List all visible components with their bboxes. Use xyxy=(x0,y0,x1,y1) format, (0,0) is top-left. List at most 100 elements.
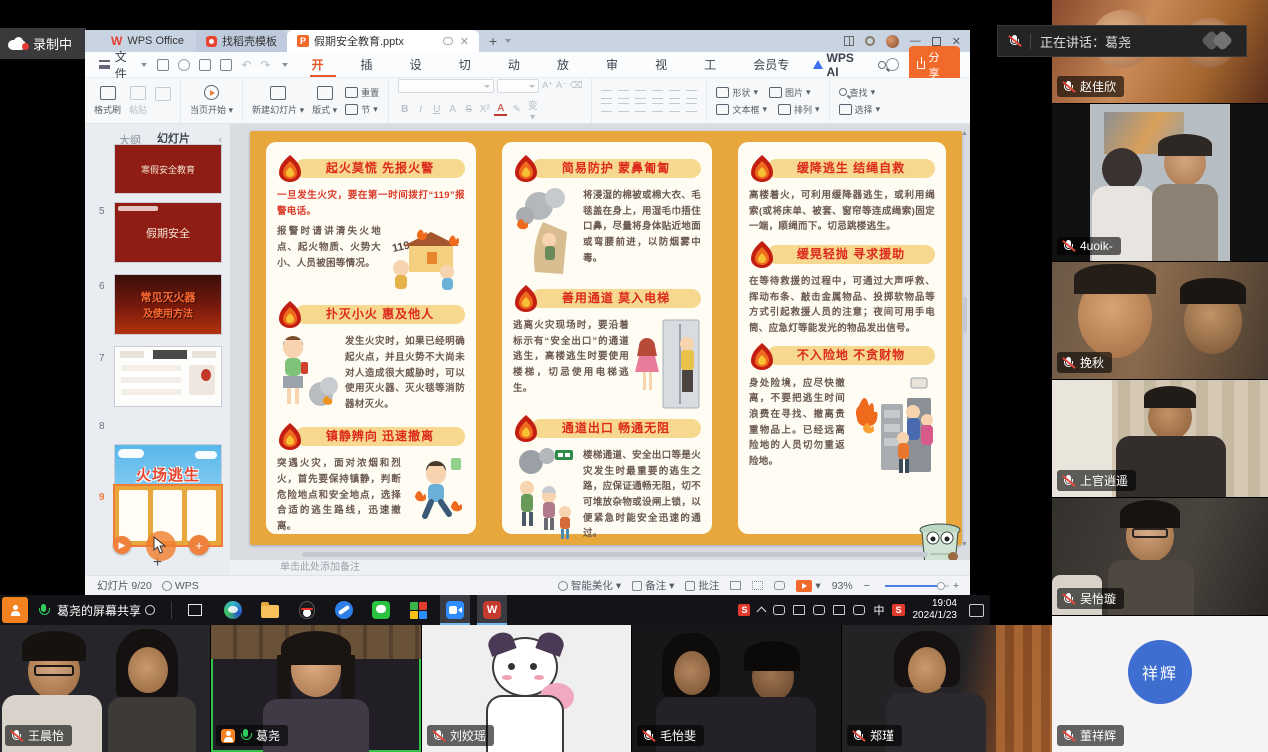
new-tab-button[interactable]: + xyxy=(479,30,521,52)
tab-transition[interactable]: 切换 xyxy=(446,52,495,78)
wps-ai-button[interactable]: WPS AI xyxy=(827,51,868,79)
tab-animation[interactable]: 动画 xyxy=(495,52,544,78)
text-effect-button[interactable]: 变▾ xyxy=(526,97,539,123)
video-tile[interactable]: 挽秋 xyxy=(1052,262,1268,379)
slide-canvas[interactable]: 起火莫慌 先报火警 一旦发生火灾，要在第一时间拨打“119”报警电话。 报警时请… xyxy=(230,124,970,560)
indent-icon[interactable] xyxy=(652,90,663,99)
justify-icon[interactable] xyxy=(652,103,663,112)
number-list-icon[interactable] xyxy=(618,90,629,99)
bullet-list-icon[interactable] xyxy=(601,90,612,99)
blue-app-taskbar-icon[interactable] xyxy=(329,595,359,625)
screen-share-label[interactable]: 葛尧的屏幕共享 xyxy=(57,602,141,619)
undo-icon[interactable]: ↶ xyxy=(241,58,251,72)
font-family-select[interactable] xyxy=(398,79,494,93)
notes-placeholder[interactable]: 单击此处添加备注 xyxy=(230,560,970,575)
play-from-slide-button[interactable]: ▶ xyxy=(113,536,131,554)
comments-button[interactable]: 批注 xyxy=(685,578,719,593)
copy-button[interactable] xyxy=(155,87,171,114)
video-tile[interactable]: 王晨怡 xyxy=(0,625,210,752)
search-icon[interactable] xyxy=(878,61,886,69)
columns-icon[interactable] xyxy=(686,103,697,112)
find-button[interactable]: 查找 xyxy=(850,86,868,99)
task-view-button[interactable] xyxy=(188,604,202,616)
tab-tools[interactable]: 工具 xyxy=(691,52,740,78)
wps-taskbar-icon[interactable]: W xyxy=(477,595,507,625)
qq-taskbar-icon[interactable] xyxy=(292,595,322,625)
comment-bubble-icon[interactable] xyxy=(443,37,453,45)
settings-gear-icon[interactable] xyxy=(865,36,875,46)
meeting-app-taskbar-icon[interactable] xyxy=(2,597,28,623)
superscript-button[interactable]: X² xyxy=(478,104,491,115)
ime-indicator[interactable]: 中 xyxy=(873,602,884,618)
thumbnail-slide-7[interactable] xyxy=(115,347,221,406)
notes-button[interactable]: 备注 ▾ xyxy=(632,578,674,593)
reading-view-icon[interactable] xyxy=(774,581,785,590)
vertical-scrollbar[interactable]: ▲ ▼ xyxy=(961,130,968,548)
video-tile[interactable]: 4uoik- xyxy=(1052,104,1268,261)
scroll-up-icon[interactable]: ▲ xyxy=(961,130,968,137)
video-tile[interactable]: 祥辉 董祥辉 xyxy=(1052,616,1268,752)
edge-taskbar-icon[interactable] xyxy=(218,595,248,625)
tab-docer-templates[interactable]: 找稻壳模板 xyxy=(196,30,287,52)
zoom-out-button[interactable]: − xyxy=(864,580,870,592)
new-slide-floating-button[interactable]: + xyxy=(189,535,209,555)
tray-mic-icon[interactable] xyxy=(773,605,785,615)
tray-expand-icon[interactable] xyxy=(757,607,767,617)
tab-home[interactable]: 开始 xyxy=(298,52,347,78)
thumbnail-slide-6[interactable]: 常见灭火器 及使用方法 xyxy=(115,275,221,334)
decrease-font-button[interactable]: A⁻ xyxy=(556,80,567,91)
video-tile[interactable]: 郑瑾 xyxy=(842,625,1052,752)
zoom-level[interactable]: 93% xyxy=(832,580,853,592)
zoom-slider[interactable] xyxy=(885,585,949,587)
tab-design[interactable]: 设计 xyxy=(397,52,446,78)
outdent-icon[interactable] xyxy=(635,90,646,99)
bold-button[interactable]: B xyxy=(398,104,411,115)
normal-view-icon[interactable] xyxy=(730,581,741,590)
arrange-button[interactable]: 排列 xyxy=(794,103,812,116)
text-direction-icon[interactable] xyxy=(669,90,680,99)
tray-pen-icon[interactable] xyxy=(853,605,865,615)
output-icon[interactable] xyxy=(178,59,190,71)
italic-button[interactable]: I xyxy=(414,104,427,115)
tab-view[interactable]: 视图 xyxy=(642,52,691,78)
line-spacing-icon[interactable] xyxy=(686,90,697,99)
scroll-down-icon[interactable]: ▼ xyxy=(961,541,968,548)
save-icon[interactable] xyxy=(157,59,169,71)
font-color-button[interactable]: A xyxy=(494,103,507,116)
align-right-icon[interactable] xyxy=(635,103,646,112)
layout-grid-icon[interactable] xyxy=(844,36,854,46)
video-tile[interactable]: 上官逍遥 xyxy=(1052,380,1268,497)
slideshow-button[interactable]: ▾ xyxy=(796,580,820,592)
tab-slideshow[interactable]: 放映 xyxy=(544,52,593,78)
notification-center-icon[interactable] xyxy=(969,604,984,617)
textbox-button[interactable]: 文本框 xyxy=(732,103,759,116)
thumbnail-slide-5[interactable]: 假期安全 xyxy=(115,203,221,262)
video-tile[interactable]: 毛怡斐 xyxy=(632,625,841,752)
paste-button[interactable]: 粘贴 xyxy=(129,86,147,116)
current-slide[interactable]: 起火莫慌 先报火警 一旦发生火灾，要在第一时间拨打“119”报警电话。 报警时请… xyxy=(250,131,962,545)
color-grid-taskbar-icon[interactable] xyxy=(403,595,433,625)
file-menu[interactable]: 文件 xyxy=(115,48,139,82)
clear-format-button[interactable]: ⌫ xyxy=(570,80,583,91)
beautify-button[interactable]: 智能美化 ▾ xyxy=(558,578,621,593)
close-tab-icon[interactable]: ✕ xyxy=(460,35,469,48)
align-left-icon[interactable] xyxy=(601,103,612,112)
restore-button[interactable] xyxy=(932,37,941,46)
tray-volume-icon[interactable] xyxy=(833,605,845,615)
recording-indicator[interactable]: 录制中 xyxy=(0,28,86,59)
shapes-button[interactable]: 形状 xyxy=(732,86,750,99)
tray-network-icon[interactable] xyxy=(813,605,825,615)
account-avatar[interactable] xyxy=(886,35,899,48)
tray-badge[interactable]: S xyxy=(892,604,904,616)
video-tile-speaking[interactable]: 葛尧 xyxy=(211,625,421,752)
increase-font-button[interactable]: A⁺ xyxy=(542,80,553,91)
file-explorer-taskbar-icon[interactable] xyxy=(255,595,285,625)
meeting-client-taskbar-icon[interactable] xyxy=(440,595,470,625)
new-slide-button[interactable]: 新建幻灯片 ▾ xyxy=(252,86,304,116)
tray-badge[interactable]: S xyxy=(738,604,750,616)
section-button[interactable]: 节 ▾ xyxy=(345,103,379,116)
wechat-taskbar-icon[interactable] xyxy=(366,595,396,625)
print-icon[interactable] xyxy=(199,59,211,71)
strike-button[interactable]: S xyxy=(462,104,475,115)
video-tile[interactable]: 吴怡璇 xyxy=(1052,498,1268,615)
